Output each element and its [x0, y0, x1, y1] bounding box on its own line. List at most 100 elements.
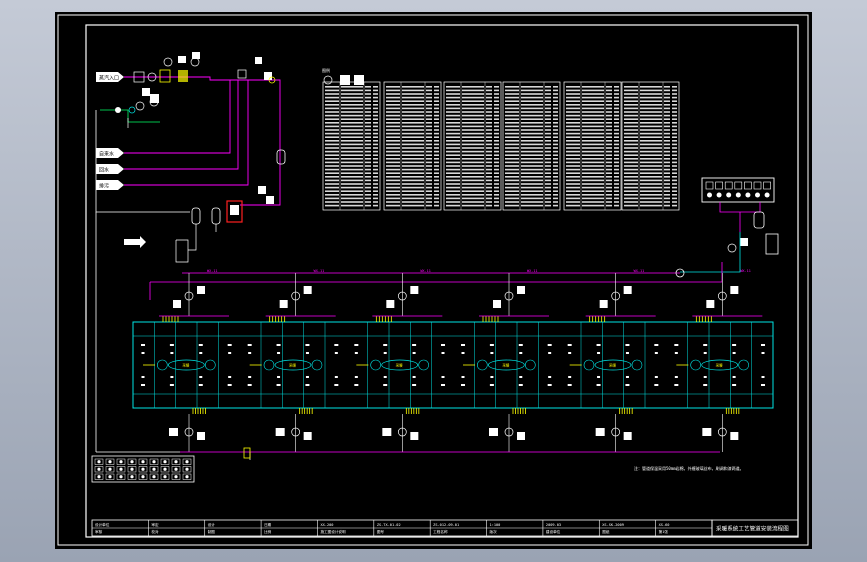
table-cell	[462, 197, 484, 200]
table-cell	[664, 143, 670, 146]
table-cell	[545, 197, 551, 200]
table-cell	[386, 111, 400, 113]
radiator	[518, 344, 523, 346]
table-cell	[606, 125, 612, 128]
legend-symbol	[141, 467, 145, 471]
table-cell	[614, 129, 619, 131]
table-cell	[386, 197, 400, 200]
table-cell	[614, 183, 619, 185]
table-cell	[402, 104, 424, 106]
table-cell	[365, 158, 371, 160]
table-cell	[341, 86, 363, 88]
table-cell	[434, 129, 439, 131]
round-room	[525, 359, 536, 371]
drain-outlet-arrow[interactable]	[124, 236, 146, 248]
table-cell	[545, 150, 551, 153]
table-cell	[386, 114, 400, 117]
table-cell	[624, 122, 638, 124]
cad-model-viewport[interactable]: 蒸汽入口 自来水 回水 排污 图例 WX-11 采暖 WX-11 采暖 WX-1…	[55, 12, 812, 549]
table-cell	[553, 150, 558, 153]
table-cell	[566, 158, 580, 160]
table-cell	[462, 201, 484, 203]
table-cell	[373, 136, 378, 138]
table-cell	[426, 197, 432, 200]
table-cell	[341, 165, 363, 167]
table-cell	[426, 96, 432, 99]
table-cell	[486, 179, 492, 182]
table-cell	[402, 132, 424, 135]
table-cell	[566, 114, 580, 117]
gauge	[169, 428, 178, 436]
table-cell	[545, 168, 551, 171]
radiator	[305, 376, 309, 378]
table-cell	[545, 129, 551, 131]
table-cell	[505, 168, 519, 171]
table-cell	[545, 183, 551, 185]
table-cell	[624, 143, 638, 146]
table-cell	[672, 158, 677, 160]
table-cell	[582, 129, 604, 131]
inlet-water-arrow[interactable]: 自来水	[96, 148, 124, 158]
table-cell	[553, 100, 558, 102]
table-cell	[426, 179, 432, 182]
table-cell	[582, 197, 604, 200]
table-cell	[614, 114, 619, 117]
table-cell	[494, 107, 499, 110]
table-cell	[446, 107, 460, 110]
round-room	[311, 359, 323, 371]
table-cell	[624, 147, 638, 149]
table-cell	[494, 176, 499, 178]
inlet-return-arrow[interactable]: 回水	[96, 164, 124, 174]
table-cell	[521, 129, 543, 131]
table-cell	[545, 176, 551, 178]
table-cell	[521, 197, 543, 200]
table-cell	[505, 100, 519, 102]
table-cell	[486, 150, 492, 153]
table-cell	[614, 158, 619, 160]
table-cell	[373, 158, 378, 160]
table-cell	[545, 158, 551, 160]
table-cell	[640, 165, 662, 167]
table-cell	[402, 136, 424, 138]
table-cell	[614, 89, 619, 92]
table-cell	[486, 194, 492, 196]
table-cell	[365, 89, 371, 92]
table-cell	[640, 186, 662, 189]
table-cell	[494, 122, 499, 124]
table-cell	[505, 86, 519, 88]
gauge	[197, 432, 205, 440]
table-cell	[325, 125, 339, 128]
radiator	[277, 352, 281, 354]
radiator	[199, 352, 203, 354]
inlet-drain-arrow[interactable]: 排污	[96, 180, 124, 190]
table-cell	[640, 197, 662, 200]
table-cell	[426, 93, 432, 95]
round-room	[583, 359, 595, 371]
table-cell	[341, 132, 363, 135]
table-cell	[402, 190, 424, 192]
radiator	[334, 376, 338, 378]
table-cell	[672, 136, 677, 138]
table-cell	[462, 118, 484, 120]
table-cell	[365, 122, 371, 124]
table-cell	[386, 179, 400, 182]
table-cell	[325, 147, 339, 149]
inlet-steam-arrow[interactable]: 蒸汽入口	[96, 72, 124, 82]
table-cell	[494, 201, 499, 203]
radiator	[199, 376, 203, 378]
table-cell	[521, 107, 543, 110]
table-cell	[521, 179, 543, 182]
table-cell	[582, 114, 604, 117]
gauge	[303, 286, 312, 294]
table-cell	[426, 136, 432, 138]
table-cell	[373, 140, 378, 142]
table-cell	[614, 204, 619, 207]
title-cell-top: 设计	[208, 522, 216, 527]
table-cell	[672, 125, 677, 128]
table-cell	[606, 118, 612, 120]
table-cell	[640, 176, 662, 178]
table-cell	[672, 201, 677, 203]
table-cell	[462, 176, 484, 178]
table-cell	[462, 147, 484, 149]
table-cell	[462, 132, 484, 135]
